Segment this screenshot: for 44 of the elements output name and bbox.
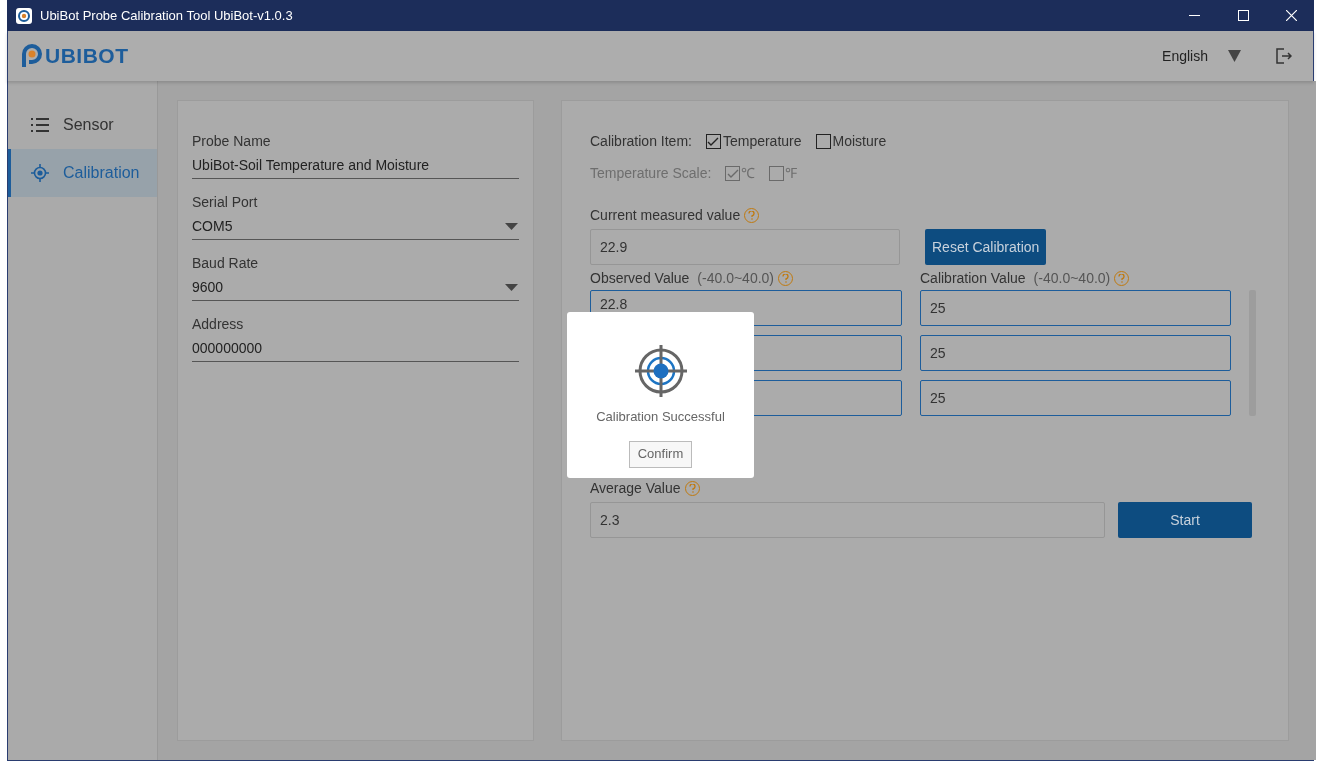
option-label[interactable]: Moisture [832,131,887,152]
calibration-value-field[interactable]: 25 [920,380,1231,416]
checkbox[interactable] [705,134,721,149]
app-icon [16,7,32,24]
logout-icon[interactable] [1276,48,1292,64]
target-icon [31,164,49,182]
calibration-value-label: Calibration Value [920,269,1026,288]
sidebar-item[interactable]: Sensor [8,101,157,149]
field-label: Probe Name [192,132,272,151]
target-icon [634,345,687,397]
field-label: Serial Port [192,193,259,212]
dialog-message: Calibration Successful [596,408,725,426]
logo-text: UBIBOT [45,43,129,70]
field-label: Baud Rate [192,254,260,273]
checkbox[interactable] [815,134,831,149]
input-field[interactable]: UbiBot-Soil Temperature and Moisture [192,152,519,179]
window-title: UbiBot Probe Calibration Tool UbiBot-v1.0.3 [40,6,293,25]
average-value-label: Average Value [590,479,681,498]
observed-value-label: Observed Value [590,269,690,288]
maximize-icon[interactable] [1238,10,1249,21]
field-label: Address [192,315,245,334]
calibration-item-label: Calibration Item: [590,132,692,151]
language-label[interactable]: English [1162,45,1208,67]
calibration-value-field[interactable]: 25 [920,335,1231,371]
caret-icon [505,222,518,230]
select-field[interactable]: 9600 [192,274,519,301]
range-text: (-40.0~40.0) [697,269,775,288]
close-icon[interactable] [1286,10,1297,21]
option-label[interactable]: Temperature [722,131,802,152]
range-text: (-40.0~40.0) [1033,269,1111,288]
input-field[interactable]: 000000000 [192,335,519,362]
current-value-field[interactable]: 22.9 [590,229,900,265]
temperature-scale-label: Temperature Scale: [590,164,712,183]
select-field[interactable]: COM5 [192,213,519,240]
start-button[interactable]: Start [1118,502,1252,538]
calibration-value-field[interactable]: 25 [920,290,1231,326]
reset-calibration-button[interactable]: Reset Calibration [925,229,1047,265]
current-value-label: Current measured value [590,206,741,225]
confirm-button[interactable]: Confirm [628,440,693,468]
caret-icon [505,283,518,291]
list-icon [31,117,49,133]
logo-icon [20,43,42,69]
average-value-field[interactable]: 2.3 [590,502,1105,538]
dropdown-caret-icon[interactable] [1228,50,1241,62]
